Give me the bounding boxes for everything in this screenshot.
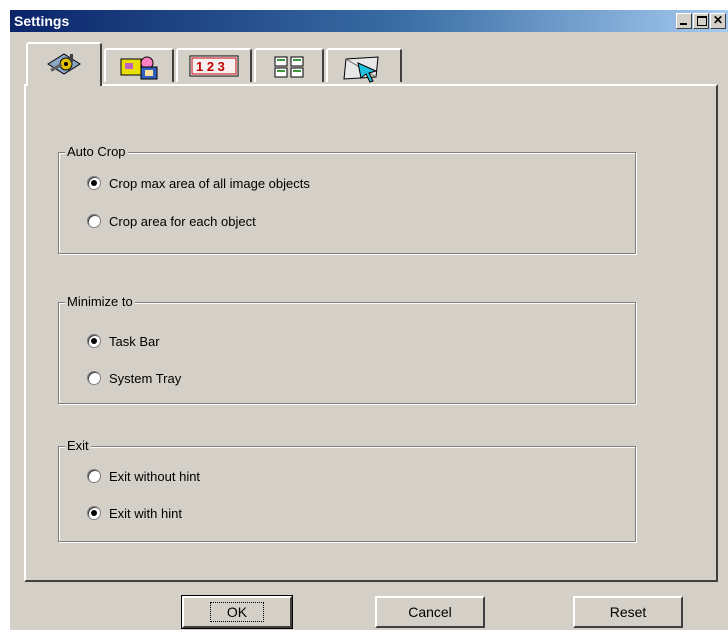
radio-button[interactable] <box>87 506 101 520</box>
close-icon: ✕ <box>713 13 724 27</box>
option-label: Crop max area of all image objects <box>109 175 310 191</box>
radio-button[interactable] <box>87 334 101 348</box>
numbering-icon: 1 2 3 <box>189 55 239 77</box>
ok-button[interactable]: OK <box>181 595 293 629</box>
minimize-icon <box>680 23 687 25</box>
exit-without-hint-option[interactable]: Exit without hint <box>87 467 200 485</box>
layout-icon <box>274 56 304 78</box>
radio-button[interactable] <box>87 371 101 385</box>
system-tray-option[interactable]: System Tray <box>87 369 181 387</box>
window-title: Settings <box>14 13 70 29</box>
exit-label: Exit <box>65 438 91 453</box>
settings-tools-icon <box>47 53 81 75</box>
settings-window: Settings ✕ 1 2 3 Auto Crop Crop max area… <box>10 10 728 630</box>
exit-group: Exit Exit without hint Exit with hint <box>58 438 636 542</box>
minimize-button[interactable] <box>676 13 692 29</box>
maximize-icon <box>697 16 707 26</box>
tab-general[interactable] <box>26 42 102 86</box>
radio-button[interactable] <box>87 469 101 483</box>
cancel-button[interactable]: Cancel <box>375 596 485 628</box>
settings-panel: Auto Crop Crop max area of all image obj… <box>24 84 718 582</box>
option-label: Crop area for each object <box>109 213 256 229</box>
crop-max-area-option[interactable]: Crop max area of all image objects <box>87 174 310 192</box>
option-label: System Tray <box>109 370 182 386</box>
tab-layout[interactable] <box>254 48 324 82</box>
reset-button[interactable]: Reset <box>573 596 683 628</box>
crop-each-object-option[interactable]: Crop area for each object <box>87 212 256 230</box>
option-label: Exit with hint <box>109 505 182 521</box>
svg-text:1 2 3: 1 2 3 <box>196 59 225 74</box>
tab-scan[interactable] <box>104 48 174 82</box>
option-label: Task Bar <box>109 333 160 349</box>
radio-button[interactable] <box>87 214 101 228</box>
minimize-to-label: Minimize to <box>65 294 135 309</box>
scan-color-icon <box>120 56 158 80</box>
exit-with-hint-option[interactable]: Exit with hint <box>87 504 182 522</box>
tab-numbering[interactable]: 1 2 3 <box>176 48 252 82</box>
option-label: Exit without hint <box>109 468 201 484</box>
title-bar[interactable]: Settings ✕ <box>10 10 728 32</box>
close-button[interactable]: ✕ <box>710 13 726 29</box>
auto-crop-group: Auto Crop Crop max area of all image obj… <box>58 144 636 254</box>
auto-crop-label: Auto Crop <box>65 144 128 159</box>
task-bar-option[interactable]: Task Bar <box>87 332 160 350</box>
minimize-to-group: Minimize to Task Bar System Tray <box>58 294 636 404</box>
radio-button[interactable] <box>87 176 101 190</box>
ok-label: OK <box>209 602 265 622</box>
maximize-button[interactable] <box>693 13 709 29</box>
tab-pointer[interactable] <box>326 48 402 83</box>
pointer-icon <box>343 56 379 83</box>
